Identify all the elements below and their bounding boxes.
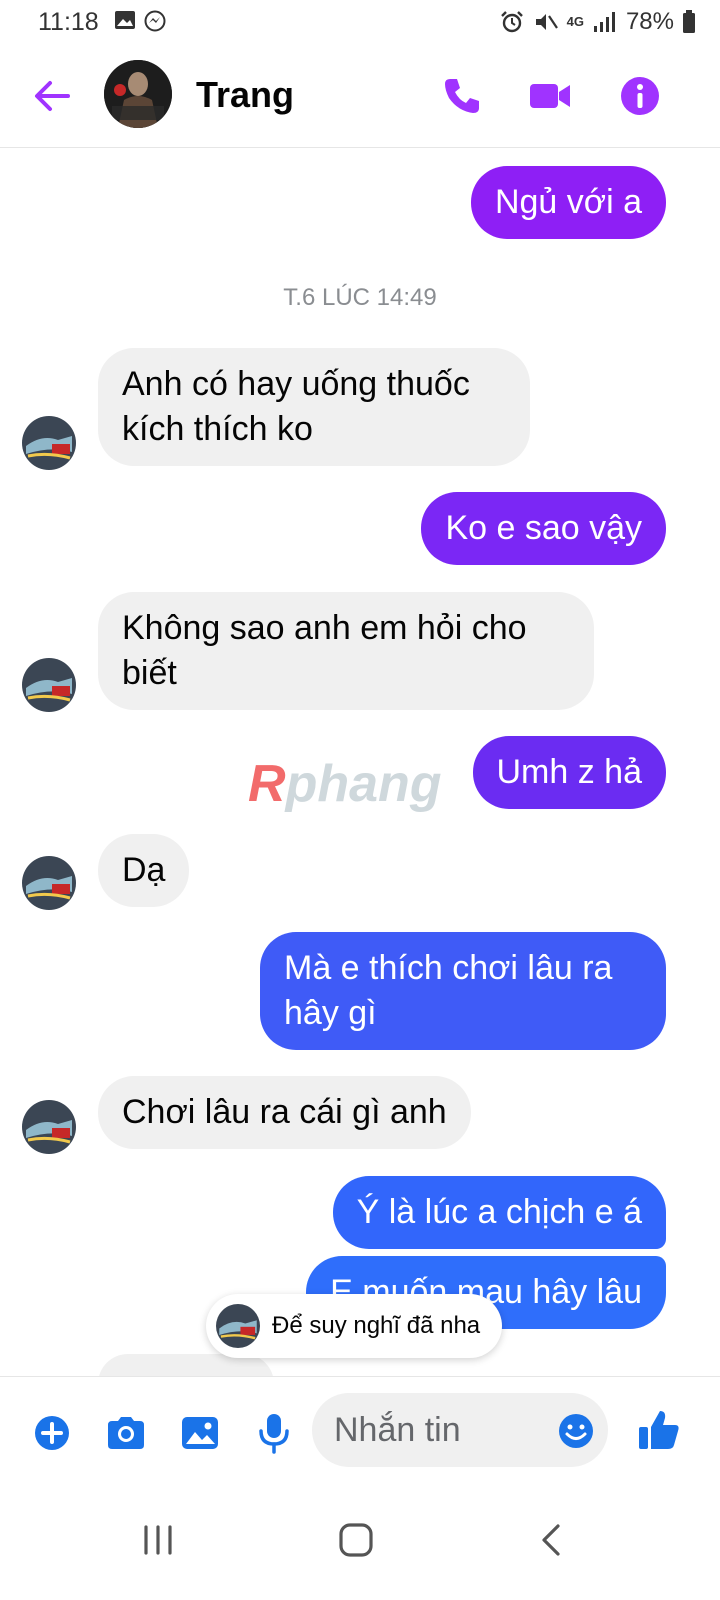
battery-icon <box>683 10 695 33</box>
composer <box>0 1376 720 1486</box>
battery-percent: 78% <box>625 8 674 35</box>
image-icon[interactable] <box>178 1411 222 1455</box>
new-message-preview[interactable]: Để suy nghĩ đã nha <box>206 1294 503 1358</box>
sender-avatar-image <box>22 416 76 470</box>
status-time: 11:18 <box>38 8 99 36</box>
info-icon[interactable] <box>618 74 662 118</box>
smiley-icon[interactable] <box>556 1411 596 1451</box>
sender-avatar[interactable] <box>22 1100 76 1154</box>
incoming-message[interactable]: Dạ <box>98 834 190 907</box>
preview-text: Để suy nghĩ đã nha <box>272 1312 481 1339</box>
signal-icon <box>593 12 615 32</box>
sender-avatar-image <box>22 1100 76 1154</box>
thumbs-up-icon[interactable] <box>636 1407 682 1453</box>
contact-name[interactable]: Trang <box>196 74 294 116</box>
system-navigation-bar <box>0 1486 720 1600</box>
messenger-notification-icon <box>144 10 166 32</box>
outgoing-message[interactable]: Mà e thích chơi lâu ra hây gì <box>260 932 666 1050</box>
status-bar: 11:18 4G 78% <box>0 0 720 44</box>
message-input-wrapper[interactable] <box>312 1393 608 1467</box>
camera-icon[interactable] <box>104 1411 148 1455</box>
recent-apps-icon <box>144 1525 172 1555</box>
incoming-message[interactable]: Anh có hay uống thuốc kích thích ko <box>98 348 530 466</box>
watermark: Rphang <box>248 755 442 813</box>
timestamp: T.6 LÚC 14:49 <box>283 284 437 311</box>
mute-icon <box>535 14 558 30</box>
plus-circle-icon[interactable] <box>30 1411 74 1455</box>
video-camera-icon[interactable] <box>528 74 572 118</box>
preview-avatar <box>216 1304 260 1348</box>
outgoing-message[interactable]: Ngủ với a <box>470 166 666 239</box>
conversation-header: Trang <box>0 44 720 148</box>
message-thread[interactable]: Ngủ với a T.6 LÚC 14:49 Anh có hay uống … <box>0 150 720 1378</box>
phone-icon[interactable] <box>440 74 484 118</box>
network-type: 4G <box>566 14 584 29</box>
microphone-icon[interactable] <box>252 1411 296 1455</box>
sender-avatar[interactable] <box>22 856 76 910</box>
system-back-icon <box>542 1524 560 1556</box>
sender-avatar[interactable] <box>22 658 76 712</box>
sender-avatar-image <box>22 658 76 712</box>
home-icon <box>339 1523 373 1557</box>
alarm-icon <box>500 11 523 33</box>
status-right: 4G 78% <box>499 8 696 36</box>
message-input[interactable] <box>334 1407 544 1453</box>
avatar-image <box>104 60 172 128</box>
recent-apps-button[interactable] <box>128 1510 188 1570</box>
sender-avatar[interactable] <box>22 416 76 470</box>
back-arrow-icon[interactable] <box>30 74 74 118</box>
preview-avatar-image <box>216 1304 260 1348</box>
outgoing-message[interactable]: Ý là lúc a chịch e á <box>332 1176 666 1249</box>
sender-avatar-image <box>22 856 76 910</box>
home-button[interactable] <box>326 1510 386 1570</box>
back-button[interactable] <box>522 1510 582 1570</box>
contact-avatar[interactable] <box>104 60 172 128</box>
incoming-message[interactable]: Chơi lâu ra cái gì anh <box>98 1076 471 1149</box>
outgoing-message[interactable]: Ko e sao vậy <box>421 492 666 565</box>
outgoing-message[interactable]: Umh z hả <box>472 736 666 809</box>
gallery-notification-icon <box>115 11 135 29</box>
incoming-message[interactable]: Không sao anh em hỏi cho biết <box>98 592 594 710</box>
